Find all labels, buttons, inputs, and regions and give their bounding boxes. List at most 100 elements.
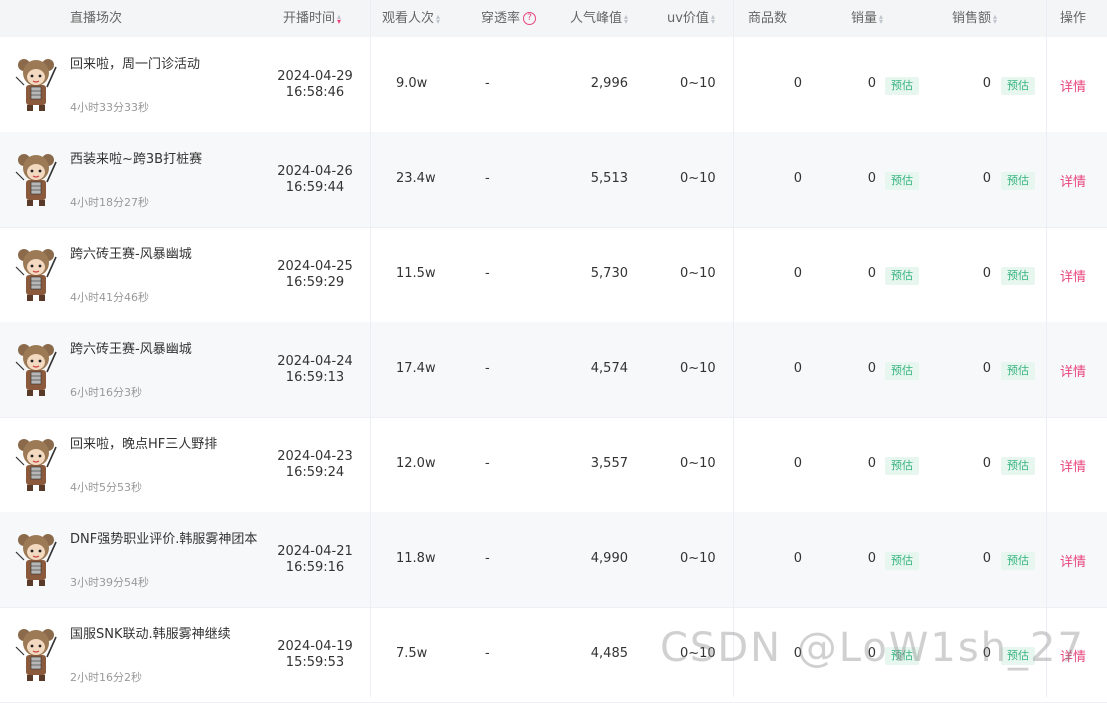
- sort-icon[interactable]: ▴ ▾: [711, 12, 715, 25]
- detail-link[interactable]: 详情: [1060, 171, 1086, 190]
- penetration-value: -: [485, 75, 490, 91]
- table-row[interactable]: 回来啦，周一门诊活动 4小时33分33秒 2024-04-29 16:58:46…: [0, 37, 1107, 133]
- help-icon[interactable]: ?: [523, 12, 537, 25]
- peak-value: 4,574: [590, 360, 628, 376]
- column-divider: [733, 0, 734, 697]
- start-date: 2024-04-19: [277, 638, 353, 654]
- col-actions-header: 操作: [1060, 11, 1087, 26]
- session-duration: 6小时16分3秒: [70, 386, 142, 399]
- col-start-time-label: 开播时间: [283, 11, 336, 26]
- sales-value: 0: [867, 455, 876, 471]
- sales-value: 0: [867, 170, 876, 186]
- products-value: 0: [793, 170, 802, 186]
- revenue-estimate-badge: 预估: [1001, 266, 1035, 285]
- start-clock: 16:58:46: [285, 84, 345, 100]
- viewers-value: 11.8w: [396, 550, 436, 566]
- session-title[interactable]: DNF强势职业评价.韩服雾神团本: [70, 531, 260, 549]
- sales-estimate-badge: 预估: [885, 266, 919, 285]
- detail-link[interactable]: 详情: [1060, 456, 1086, 475]
- col-start-time-header[interactable]: 开播时间 ▴ ▾: [283, 0, 341, 37]
- session-title[interactable]: 跨六砖王赛-风暴幽城: [70, 246, 260, 264]
- viewers-value: 23.4w: [396, 170, 436, 186]
- table-row[interactable]: 回来啦，晚点HF三人野排 4小时5分53秒 2024-04-23 16:59:2…: [0, 417, 1107, 513]
- col-penetration-header: 穿透率?: [481, 0, 537, 37]
- start-date: 2024-04-24: [277, 353, 353, 369]
- watermark: CSDN @LoW1sh_27: [660, 625, 1085, 671]
- detail-link[interactable]: 详情: [1060, 361, 1086, 380]
- sales-estimate-badge: 预估: [885, 76, 919, 95]
- session-duration: 4小时33分33秒: [70, 101, 149, 114]
- products-value: 0: [793, 360, 802, 376]
- sales-value: 0: [867, 360, 876, 376]
- session-title[interactable]: 国服SNK联动.韩服雾神继续: [70, 626, 260, 644]
- peak-value: 5,730: [590, 265, 628, 281]
- table-row[interactable]: 西装来啦~跨3B打桩赛 4小时18分27秒 2024-04-26 16:59:4…: [0, 132, 1107, 228]
- sort-icon[interactable]: ▴ ▾: [624, 12, 628, 25]
- start-clock: 15:59:53: [285, 654, 345, 670]
- start-clock: 16:59:16: [285, 559, 345, 575]
- viewers-value: 12.0w: [396, 455, 436, 471]
- col-sales-header[interactable]: 销量 ▴ ▾: [851, 0, 883, 37]
- revenue-value: 0: [982, 75, 991, 91]
- detail-link[interactable]: 详情: [1060, 76, 1086, 95]
- revenue-estimate-badge: 预估: [1001, 456, 1035, 475]
- start-clock: 16:59:29: [285, 274, 345, 290]
- viewers-value: 17.4w: [396, 360, 436, 376]
- sales-value: 0: [867, 265, 876, 281]
- session-duration: 4小时5分53秒: [70, 481, 142, 494]
- sales-value: 0: [867, 75, 876, 91]
- avatar: [15, 534, 57, 586]
- revenue-value: 0: [982, 550, 991, 566]
- session-duration: 4小时41分46秒: [70, 291, 149, 304]
- products-value: 0: [793, 265, 802, 281]
- start-time: 2024-04-26 16:59:44: [270, 164, 360, 196]
- table-row[interactable]: 跨六砖王赛-风暴幽城 6小时16分3秒 2024-04-24 16:59:13 …: [0, 322, 1107, 418]
- session-title[interactable]: 跨六砖王赛-风暴幽城: [70, 341, 260, 359]
- session-duration: 3小时39分54秒: [70, 576, 149, 589]
- session-title[interactable]: 回来啦，晚点HF三人野排: [70, 436, 260, 454]
- start-time: 2024-04-24 16:59:13: [270, 354, 360, 386]
- column-divider: [370, 0, 371, 697]
- peak-value: 4,485: [590, 645, 628, 661]
- table-row[interactable]: DNF强势职业评价.韩服雾神团本 3小时39分54秒 2024-04-21 16…: [0, 512, 1107, 608]
- sort-icon[interactable]: ▴ ▾: [879, 12, 883, 25]
- viewers-value: 7.5w: [396, 645, 428, 661]
- col-viewers-header[interactable]: 观看人次 ▴ ▾: [382, 0, 440, 37]
- penetration-value: -: [485, 360, 490, 376]
- col-penetration-label: 穿透率: [481, 11, 521, 26]
- avatar: [15, 344, 57, 396]
- table-row[interactable]: 跨六砖王赛-风暴幽城 4小时41分46秒 2024-04-25 16:59:29…: [0, 227, 1107, 323]
- col-uv-header[interactable]: uv价值 ▴ ▾: [667, 0, 715, 37]
- detail-link[interactable]: 详情: [1060, 551, 1086, 570]
- start-time: 2024-04-29 16:58:46: [270, 69, 360, 101]
- col-peak-header[interactable]: 人气峰值 ▴ ▾: [570, 0, 628, 37]
- start-date: 2024-04-25: [277, 258, 353, 274]
- session-title[interactable]: 西装来啦~跨3B打桩赛: [70, 151, 260, 169]
- revenue-estimate-badge: 预估: [1001, 361, 1035, 380]
- start-clock: 16:59:24: [285, 464, 345, 480]
- start-date: 2024-04-23: [277, 448, 353, 464]
- session-title[interactable]: 回来啦，周一门诊活动: [70, 56, 260, 74]
- avatar: [15, 154, 57, 206]
- sort-icon[interactable]: ▴ ▾: [993, 12, 997, 25]
- products-value: 0: [793, 455, 802, 471]
- col-revenue-header[interactable]: 销售额 ▴ ▾: [952, 0, 997, 37]
- sales-estimate-badge: 预估: [885, 551, 919, 570]
- revenue-value: 0: [982, 265, 991, 281]
- sort-desc-active-icon[interactable]: ▴ ▾: [337, 12, 341, 25]
- start-time: 2024-04-23 16:59:24: [270, 449, 360, 481]
- penetration-value: -: [485, 170, 490, 186]
- detail-link[interactable]: 详情: [1060, 266, 1086, 285]
- avatar: [15, 249, 57, 301]
- viewers-value: 11.5w: [396, 265, 436, 281]
- uv-value: 0~10: [680, 455, 716, 471]
- penetration-value: -: [485, 455, 490, 471]
- column-divider: [1046, 0, 1047, 697]
- uv-value: 0~10: [680, 360, 716, 376]
- penetration-value: -: [485, 550, 490, 566]
- session-duration: 2小时16分2秒: [70, 671, 142, 684]
- penetration-value: -: [485, 645, 490, 661]
- col-viewers-label: 观看人次: [382, 11, 435, 26]
- revenue-estimate-badge: 预估: [1001, 76, 1035, 95]
- sort-icon[interactable]: ▴ ▾: [436, 12, 440, 25]
